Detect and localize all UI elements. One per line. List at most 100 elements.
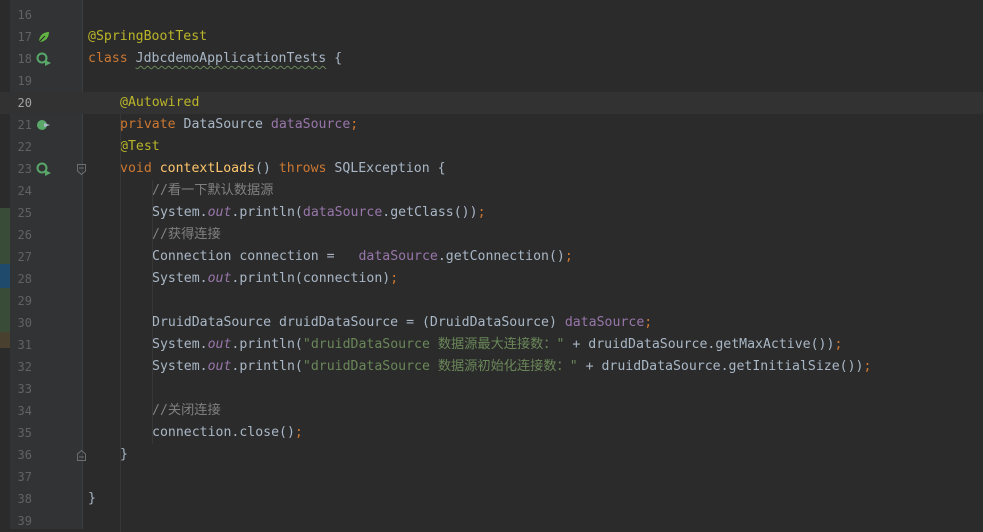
code-token: () (254, 161, 279, 176)
line-number: 26 (17, 228, 32, 242)
code-token: + druidDataSource.getInitialSize()) (577, 359, 864, 374)
code-line[interactable]: 30 DruidDataSource druidDataSource = (Dru… (0, 312, 983, 334)
code-token: out (207, 359, 232, 374)
code-line[interactable]: 36} (0, 444, 983, 466)
line-number: 29 (17, 294, 32, 308)
code-line[interactable]: 34 //关闭连接 (0, 400, 983, 422)
code-token: .println( (231, 337, 303, 352)
code-text: //关闭连接 (152, 400, 221, 422)
code-token: + druidDataSource.getMaxActive()) (564, 337, 835, 352)
code-line[interactable]: 33 (0, 378, 983, 400)
code-token: SQLException { (334, 161, 446, 176)
code-editor[interactable]: 16 17 @SpringBootTest 18 class JdbcdemoAppli… (0, 0, 983, 532)
code-text: @Autowired (120, 92, 199, 114)
code-line[interactable]: 35 connection.close(); (0, 422, 983, 444)
code-token: .println( (231, 205, 303, 220)
code-token: System. (152, 337, 208, 352)
code-text: //获得连接 (152, 224, 221, 246)
code-token: @Autowired (120, 95, 200, 110)
line-number: 33 (17, 382, 32, 396)
line-number: 30 (17, 316, 32, 330)
line-number: 31 (17, 338, 32, 352)
code-line[interactable]: 26 //获得连接 (0, 224, 983, 246)
code-line[interactable]: 28 System.out.println(connection); (0, 268, 983, 290)
line-number: 16 (17, 8, 32, 22)
code-text: System.out.println(dataSource.getClass()… (152, 202, 486, 224)
code-text: void contextLoads() throws SQLException … (120, 158, 446, 180)
code-token: ; (350, 117, 359, 132)
code-token: JdbcdemoApplicationTests (135, 51, 327, 66)
code-token: { (326, 51, 343, 66)
code-line[interactable]: 23 void contextLoads() throws SQLExceptio… (0, 158, 983, 180)
code-token: dataSource (270, 117, 351, 132)
code-text: //看一下默认数据源 (152, 180, 273, 202)
code-line[interactable]: 31 System.out.println("druidDataSource 数据… (0, 334, 983, 356)
code-token: private (120, 117, 184, 132)
code-line[interactable]: 32 System.out.println("druidDataSource 数据… (0, 356, 983, 378)
code-line[interactable]: 37 (0, 466, 983, 488)
code-token: //关闭连接 (152, 403, 221, 418)
code-token: ; (564, 249, 573, 264)
line-number: 36 (17, 448, 32, 462)
code-line[interactable]: 25 System.out.println(dataSource.getClass… (0, 202, 983, 224)
line-number: 22 (17, 140, 32, 154)
code-token: .getClass()) (382, 205, 478, 220)
code-token: out (207, 337, 232, 352)
code-text: } (120, 444, 128, 466)
code-line[interactable]: 17 @SpringBootTest (0, 26, 983, 48)
code-token: } (120, 447, 128, 462)
code-text: @SpringBootTest (88, 26, 207, 48)
code-line[interactable]: 18 class JdbcdemoApplicationTests { (0, 48, 983, 70)
indent-guide (120, 114, 121, 532)
code-token: DruidDataSource druidDataSource = (Druid… (152, 315, 565, 330)
code-token: dataSource (358, 249, 438, 264)
code-line[interactable]: 27 Connection connection = dataSource.get… (0, 246, 983, 268)
code-token: } (88, 491, 96, 506)
code-text: System.out.println("druidDataSource 数据源初… (152, 356, 871, 378)
code-text: System.out.println(connection); (152, 268, 398, 290)
code-token: ; (477, 205, 486, 220)
line-number: 19 (17, 74, 32, 88)
code-line[interactable]: 22 @Test (0, 136, 983, 158)
line-number: 21 (17, 118, 32, 132)
code-line[interactable]: 19 (0, 70, 983, 92)
code-line[interactable]: 21 private DataSource dataSource; (0, 114, 983, 136)
line-number: 18 (17, 52, 32, 66)
code-text: System.out.println("druidDataSource 数据源最… (152, 334, 842, 356)
code-token: Connection connection = (152, 249, 359, 264)
code-token: ; (390, 271, 399, 286)
code-token: ; (294, 425, 303, 440)
code-line[interactable]: 24 //看一下默认数据源 (0, 180, 983, 202)
run-test-icon[interactable] (34, 158, 54, 180)
fold-end-icon[interactable] (77, 444, 86, 466)
code-token: DataSource (183, 117, 271, 132)
line-number: 38 (17, 492, 32, 506)
run-test-icon[interactable] (34, 48, 54, 70)
code-token: ; (834, 337, 843, 352)
bean-link-icon[interactable] (34, 114, 54, 136)
code-token: System. (152, 359, 208, 374)
line-number: 17 (17, 30, 32, 44)
code-token: class (88, 51, 136, 66)
code-token: ; (644, 315, 653, 330)
code-text: @Test (120, 136, 160, 158)
code-token: System. (152, 205, 208, 220)
code-line[interactable]: 20 @Autowired (0, 92, 983, 114)
code-line[interactable]: 16 (0, 4, 983, 26)
code-line[interactable]: 29 (0, 290, 983, 312)
fold-open-icon[interactable] (77, 158, 86, 180)
code-line[interactable]: 38} (0, 488, 983, 510)
code-token: out (207, 271, 232, 286)
code-token: @Test (120, 139, 160, 154)
indent-guide (152, 180, 153, 444)
code-token: .println( (231, 359, 303, 374)
code-text: DruidDataSource druidDataSource = (Druid… (152, 312, 652, 334)
code-text: connection.close(); (152, 422, 303, 444)
line-number: 27 (17, 250, 32, 264)
line-number: 20 (17, 96, 32, 110)
code-token: ; (863, 359, 872, 374)
code-token: "druidDataSource 数据源最大连接数：" (302, 337, 565, 352)
code-token: .println(connection) (231, 271, 391, 286)
code-token: dataSource (564, 315, 645, 330)
spring-leaf-icon[interactable] (34, 26, 54, 48)
